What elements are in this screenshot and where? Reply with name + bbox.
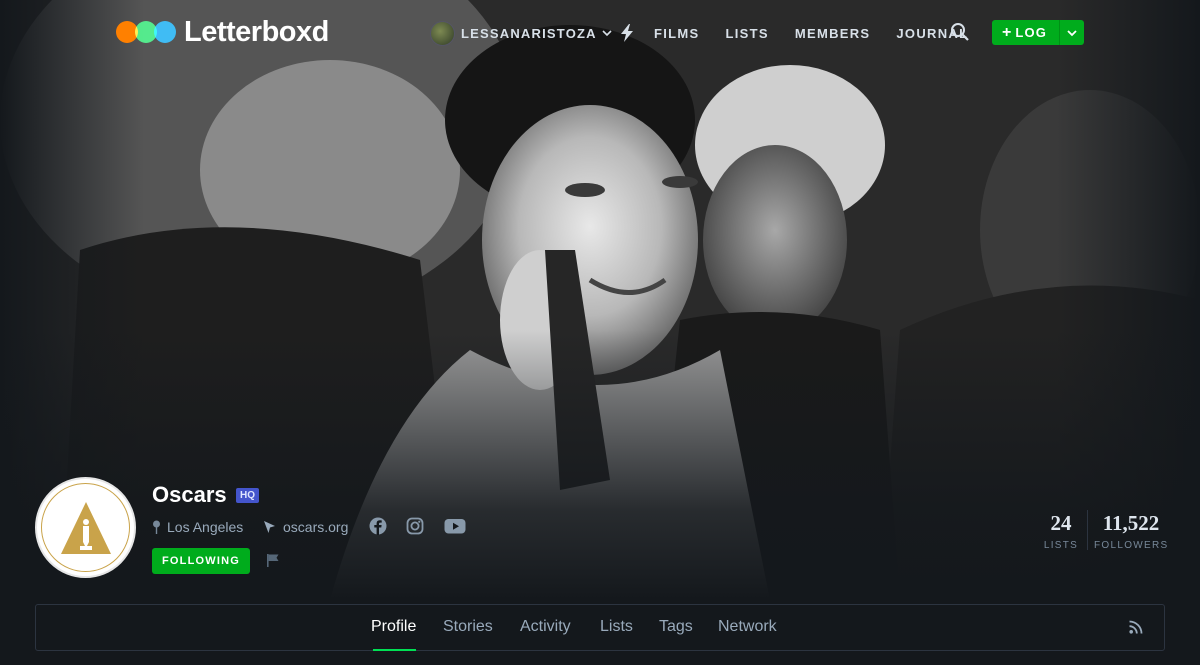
oscar-statuette-logo — [60, 501, 111, 554]
log-button-label: LOG — [1015, 25, 1048, 40]
profile-website-link[interactable]: oscars.org — [263, 518, 348, 536]
hq-badge[interactable]: HQ — [236, 488, 259, 503]
green-dot — [135, 21, 157, 43]
nav-members[interactable]: MEMBERS — [795, 26, 871, 41]
tab-activity[interactable]: Activity — [520, 618, 571, 636]
account-username: LESSANARISTOZA — [461, 25, 597, 41]
oscars-logo-ring — [41, 483, 130, 572]
tab-lists[interactable]: Lists — [600, 618, 633, 636]
stat-lists-label: LISTS — [1043, 540, 1079, 551]
log-button[interactable]: + LOG — [992, 20, 1084, 45]
profile-tabs: Profile Stories Activity Lists Tags Netw… — [35, 604, 1165, 651]
plus-icon: + — [1002, 23, 1012, 41]
website-text: oscars.org — [283, 519, 349, 535]
instagram-icon[interactable] — [406, 517, 424, 535]
profile-backdrop-image — [0, 0, 1200, 600]
stat-followers-label: FOLLOWERS — [1094, 540, 1169, 551]
stat-followers-value: 11,522 — [1102, 511, 1160, 535]
nav-films[interactable]: FILMS — [654, 26, 700, 41]
tab-network[interactable]: Network — [718, 618, 777, 636]
chevron-down-icon — [602, 30, 612, 37]
logo-wordmark: Letterboxd — [184, 15, 329, 48]
cursor-arrow-icon — [264, 521, 275, 533]
stat-lists-value: 24 — [1050, 511, 1072, 535]
active-tab-indicator — [373, 649, 416, 651]
stat-lists[interactable]: 24 LISTS — [1040, 512, 1082, 552]
rss-feed-icon[interactable] — [1129, 620, 1143, 634]
chevron-down-icon — [1067, 29, 1077, 36]
log-dropdown-toggle[interactable] — [1060, 20, 1084, 45]
logo-dots-icon — [116, 21, 176, 43]
search-icon[interactable] — [950, 22, 970, 42]
user-avatar — [430, 20, 455, 46]
profile-name: Oscars — [152, 482, 227, 507]
youtube-icon[interactable] — [444, 517, 466, 535]
nav-lists[interactable]: LISTS — [726, 26, 769, 41]
site-header: Letterboxd LESSANARISTOZA FILMS LISTS ME… — [0, 0, 1200, 66]
blue-dot — [154, 21, 176, 43]
activity-bolt-icon[interactable] — [620, 24, 634, 42]
following-button[interactable]: FOLLOWING — [152, 548, 250, 574]
map-pin-icon — [153, 520, 160, 534]
location-text: Los Angeles — [167, 519, 244, 535]
stat-divider — [1087, 510, 1088, 550]
log-button-main[interactable]: + LOG — [992, 20, 1060, 45]
letterboxd-logo[interactable]: Letterboxd — [116, 16, 329, 48]
tab-stories[interactable]: Stories — [443, 618, 493, 636]
tab-profile[interactable]: Profile — [371, 618, 416, 636]
profile-avatar[interactable] — [35, 477, 136, 578]
profile-location: Los Angeles — [152, 518, 243, 536]
main-nav: FILMS LISTS MEMBERS JOURNAL — [620, 19, 994, 47]
report-flag-icon[interactable] — [266, 553, 280, 567]
tab-tags[interactable]: Tags — [659, 618, 693, 636]
stat-followers[interactable]: 11,522 FOLLOWERS — [1094, 512, 1168, 552]
facebook-icon[interactable] — [369, 517, 387, 535]
account-menu[interactable]: LESSANARISTOZA — [430, 19, 613, 47]
